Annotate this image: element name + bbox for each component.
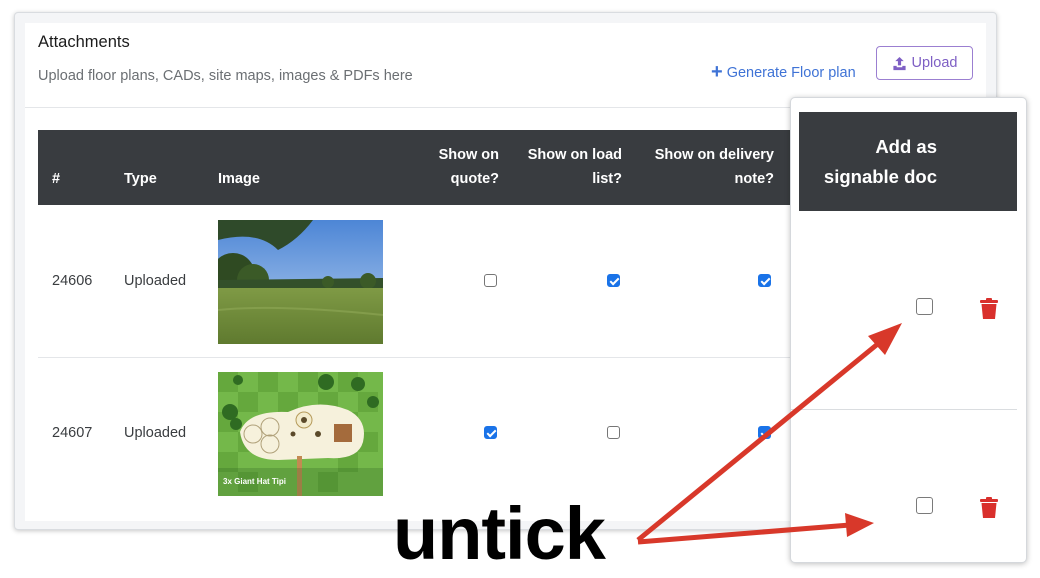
row-1-show-on-load-list-checkbox[interactable] xyxy=(607,274,620,287)
row-2-type: Uploaded xyxy=(124,425,187,441)
row-divider xyxy=(38,357,803,358)
row-1-delete-trash-icon[interactable] xyxy=(980,298,998,319)
attachments-title: Attachments xyxy=(38,33,130,51)
generate-floor-plan-link[interactable]: + Generate Floor plan xyxy=(711,61,856,83)
row-2-show-on-load-list-checkbox[interactable] xyxy=(607,426,620,439)
row-1-show-on-quote-checkbox[interactable] xyxy=(484,274,497,287)
row-2-show-on-delivery-note-checkbox[interactable] xyxy=(758,426,771,439)
signable-header-line2: signable doc xyxy=(823,166,937,187)
col-header-quote-line1: Show on xyxy=(438,147,499,163)
attachments-table-header: # Type Image Show on quote? Show on load… xyxy=(38,130,803,205)
col-header-delivery-line1: Show on delivery xyxy=(654,147,774,163)
col-header-quote-line2: quote? xyxy=(450,171,499,187)
row-2-image-floor-plan[interactable]: 3x Giant Hat Tipi xyxy=(218,372,383,496)
untick-annotation-label: untick xyxy=(393,492,606,575)
generate-floor-plan-label: Generate Floor plan xyxy=(726,65,856,81)
row-2-show-on-quote-checkbox[interactable] xyxy=(484,426,497,439)
signable-header-line1: Add as xyxy=(875,136,937,157)
attachments-subtitle: Upload floor plans, CADs, site maps, ima… xyxy=(38,68,413,84)
col-header-type: Type xyxy=(124,171,157,187)
signable-doc-panel: Add as signable doc xyxy=(790,97,1027,563)
upload-label: Upload xyxy=(911,55,958,71)
row-2-signable-checkbox[interactable] xyxy=(916,497,933,514)
col-header-delivery-line2: note? xyxy=(734,171,774,187)
upload-icon xyxy=(892,56,906,70)
row-2-id: 24607 xyxy=(52,425,93,441)
row-2-delete-trash-icon[interactable] xyxy=(980,497,998,518)
row-1-show-on-delivery-note-checkbox[interactable] xyxy=(758,274,771,287)
signable-doc-header: Add as signable doc xyxy=(799,112,1017,211)
row-1-signable-checkbox[interactable] xyxy=(916,298,933,315)
plus-icon: + xyxy=(711,61,723,83)
upload-button[interactable]: Upload xyxy=(876,46,973,80)
row-1-image-field-photo[interactable] xyxy=(218,220,383,344)
col-header-number: # xyxy=(52,171,61,187)
row-2-image-caption: 3x Giant Hat Tipi xyxy=(223,477,286,486)
row-1-type: Uploaded xyxy=(124,273,187,289)
panel-row-divider xyxy=(791,409,1017,410)
col-header-load-line2: list? xyxy=(592,171,622,187)
row-1-id: 24606 xyxy=(52,273,93,289)
col-header-image: Image xyxy=(218,171,260,187)
col-header-load-line1: Show on load xyxy=(527,147,622,163)
